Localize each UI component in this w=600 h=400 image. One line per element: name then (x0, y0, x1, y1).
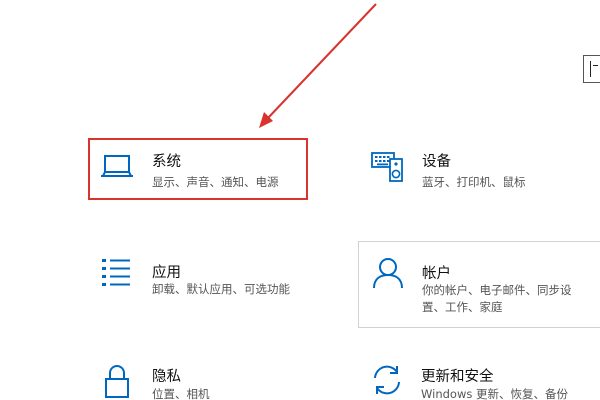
tile-accounts-desc-line2: 置、工作、家庭 (422, 300, 503, 314)
settings-home: 系统 显示、声音、通知、电源 设备 蓝牙、打印机、鼠标 应用 卸载、默认应用、可… (0, 0, 600, 400)
sync-icon (370, 363, 404, 400)
tile-privacy-desc: 位置、相机 (152, 387, 210, 400)
search-input[interactable] (583, 55, 600, 83)
text-caret (590, 61, 591, 77)
tile-system-title: 系统 (152, 154, 181, 170)
tile-apps[interactable]: 应用 卸载、默认应用、可选功能 (88, 245, 318, 317)
tile-system[interactable]: 系统 显示、声音、通知、电源 (88, 138, 308, 200)
annotation-arrow (259, 3, 377, 128)
tile-accounts-title: 帐户 (422, 266, 451, 282)
tile-update-security[interactable]: 更新和安全 Windows 更新、恢复、备份 (358, 355, 600, 400)
lock-icon (102, 363, 132, 400)
laptop-icon (100, 152, 134, 186)
apps-list-icon (100, 257, 132, 293)
tile-system-desc: 显示、声音、通知、电源 (152, 175, 279, 189)
tile-apps-desc: 卸载、默认应用、可选功能 (152, 282, 290, 296)
text-caret-mark (593, 65, 598, 66)
person-icon (371, 256, 405, 294)
tile-devices-title: 设备 (422, 154, 451, 170)
keyboard-speaker-icon (370, 150, 406, 188)
tile-accounts-desc-line1: 你的帐户、电子邮件、同步设 (422, 283, 572, 297)
tile-apps-title: 应用 (152, 265, 181, 281)
tile-privacy-title: 隐私 (152, 369, 181, 385)
tile-accounts[interactable]: 帐户 你的帐户、电子邮件、同步设 置、工作、家庭 (358, 241, 600, 328)
tile-update-security-title: 更新和安全 (421, 369, 494, 385)
tile-update-security-desc: Windows 更新、恢复、备份 (421, 387, 568, 400)
tile-privacy[interactable]: 隐私 位置、相机 (88, 355, 318, 400)
tile-devices-desc: 蓝牙、打印机、鼠标 (422, 175, 526, 189)
tile-devices[interactable]: 设备 蓝牙、打印机、鼠标 (358, 138, 600, 200)
